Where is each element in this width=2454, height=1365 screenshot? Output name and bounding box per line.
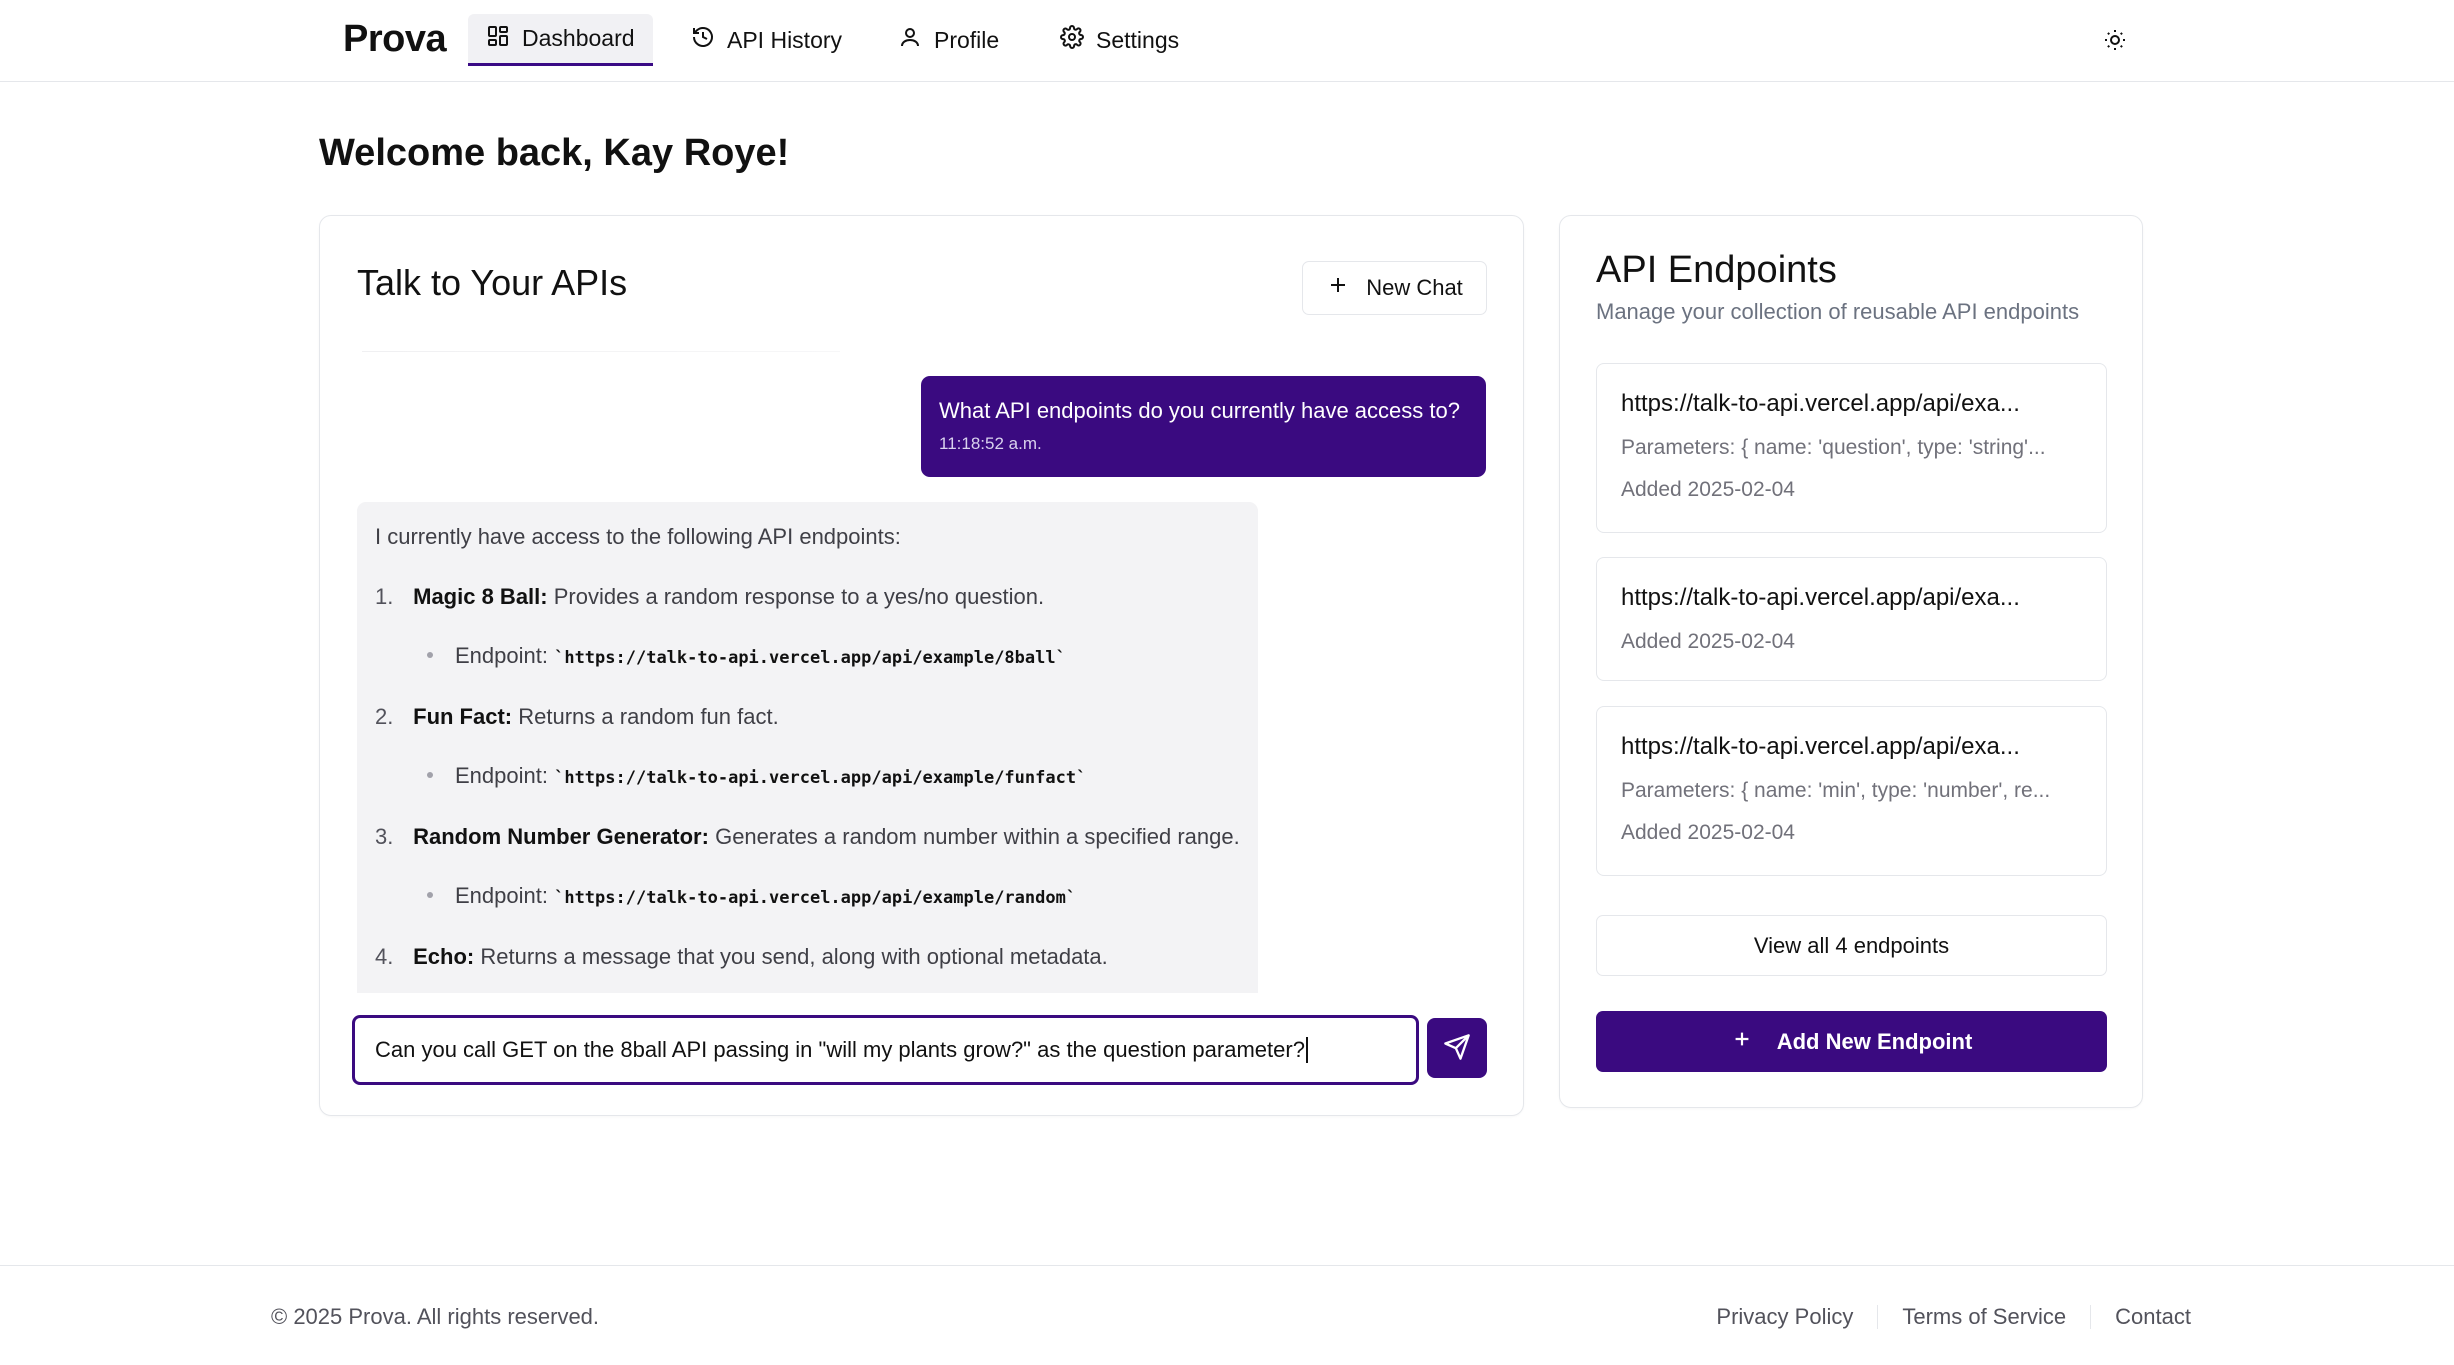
terms-of-service-link[interactable]: Terms of Service	[1902, 1304, 2066, 1330]
new-chat-button[interactable]: New Chat	[1302, 261, 1487, 315]
endpoint-url: https://talk-to-api.vercel.app/api/exa..…	[1621, 584, 2020, 611]
gear-icon	[1060, 25, 1084, 55]
plus-icon	[1731, 1028, 1753, 1056]
bullet-icon	[427, 892, 433, 899]
endpoint-url: https://talk-to-api.vercel.app/api/exa..…	[1621, 390, 2020, 417]
endpoint-url: https://talk-to-api.vercel.app/api/exa..…	[1621, 733, 2020, 760]
endpoint-added-date: Added 2025-02-04	[1621, 821, 1795, 844]
chat-title: Talk to Your APIs	[357, 262, 628, 303]
chat-input-value: Can you call GET on the 8ball API passin…	[375, 1037, 1305, 1062]
endpoint-params: Parameters: { name: 'question', type: 's…	[1621, 436, 2046, 459]
endpoint-card[interactable]: https://talk-to-api.vercel.app/api/exa..…	[1596, 557, 2107, 681]
send-icon	[1443, 1033, 1471, 1064]
footer-links: Privacy Policy Terms of Service Contact	[1716, 1304, 2191, 1330]
add-new-endpoint-label: Add New Endpoint	[1776, 1028, 1973, 1054]
list-sub-item: Endpoint: `https://talk-to-api.vercel.ap…	[427, 883, 1076, 909]
page-title: Welcome back, Kay Roye!	[319, 132, 790, 174]
sun-icon	[2103, 28, 2127, 55]
nav-item-profile[interactable]: Profile	[880, 14, 1017, 66]
endpoint-prefix: Endpoint:	[455, 643, 548, 668]
endpoint-added-date: Added 2025-02-04	[1621, 478, 1795, 501]
nav-item-label: Dashboard	[522, 25, 635, 51]
endpoint-description: Provides a random response to a yes/no q…	[553, 584, 1045, 609]
endpoint-name: Magic 8 Ball:	[413, 584, 548, 609]
list-item: 1. Magic 8 Ball: Provides a random respo…	[375, 584, 1044, 610]
divider	[2090, 1305, 2092, 1329]
endpoint-name: Random Number Generator:	[413, 824, 709, 849]
endpoint-description: Generates a random number within a speci…	[715, 824, 1240, 849]
list-item: 3. Random Number Generator: Generates a …	[375, 824, 1240, 850]
endpoint-prefix: Endpoint:	[455, 763, 548, 788]
divider	[1877, 1305, 1879, 1329]
endpoint-card[interactable]: https://talk-to-api.vercel.app/api/exa..…	[1596, 706, 2107, 876]
footer: © 2025 Prova. All rights reserved. Priva…	[0, 1265, 2454, 1365]
endpoint-url: `https://talk-to-api.vercel.app/api/exam…	[554, 888, 1077, 908]
bullet-icon	[427, 652, 433, 659]
nav-item-label: API History	[727, 26, 843, 53]
nav-item-settings[interactable]: Settings	[1042, 14, 1197, 66]
nav-item-label: Settings	[1096, 26, 1180, 53]
add-new-endpoint-button[interactable]: Add New Endpoint	[1596, 1011, 2107, 1072]
endpoint-name: Fun Fact:	[413, 704, 513, 729]
endpoint-url: `https://talk-to-api.vercel.app/api/exam…	[554, 648, 1066, 668]
user-message: What API endpoints do you currently have…	[921, 376, 1486, 477]
endpoint-description: Returns a random fun fact.	[518, 704, 779, 729]
view-all-endpoints-button[interactable]: View all 4 endpoints	[1596, 915, 2107, 976]
panel-title: API Endpoints	[1596, 249, 1837, 291]
user-message-text: What API endpoints do you currently have…	[939, 398, 1460, 423]
api-endpoints-panel: API Endpoints Manage your collection of …	[1559, 215, 2143, 1108]
bullet-icon	[427, 772, 433, 779]
list-item: 2. Fun Fact: Returns a random fun fact.	[375, 704, 779, 730]
endpoint-name: Echo:	[413, 944, 475, 969]
privacy-policy-link[interactable]: Privacy Policy	[1716, 1304, 1853, 1330]
nav-item-dashboard[interactable]: Dashboard	[468, 14, 653, 66]
list-number: 1.	[375, 584, 394, 609]
theme-toggle-button[interactable]	[2096, 22, 2134, 60]
endpoint-params: Parameters: { name: 'min', type: 'number…	[1621, 779, 2051, 802]
endpoint-description: Returns a message that you send, along w…	[480, 944, 1108, 969]
assistant-message: I currently have access to the following…	[357, 502, 1258, 993]
text-caret	[1305, 1037, 1308, 1063]
assistant-intro: I currently have access to the following…	[375, 524, 901, 549]
history-icon	[691, 25, 715, 55]
chat-input[interactable]: Can you call GET on the 8ball API passin…	[352, 1015, 1419, 1085]
nav-item-api-history[interactable]: API History	[673, 14, 860, 66]
list-sub-item: Endpoint: `https://talk-to-api.vercel.ap…	[427, 763, 1086, 789]
user-icon	[898, 25, 922, 55]
plus-icon	[1326, 273, 1350, 303]
nav-item-label: Profile	[934, 26, 1000, 53]
contact-link[interactable]: Contact	[2115, 1304, 2191, 1330]
brand-logo[interactable]: Prova	[343, 18, 447, 61]
dashboard-icon	[486, 24, 510, 54]
top-navigation: Prova Dashboard API History Profile Sett…	[0, 0, 2454, 82]
panel-subtitle: Manage your collection of reusable API e…	[1596, 299, 2080, 324]
divider	[362, 351, 840, 352]
message-timestamp: 11:18:52 a.m.	[939, 434, 1042, 453]
chat-panel: Talk to Your APIs New Chat What API endp…	[319, 215, 1524, 1116]
endpoint-url: `https://talk-to-api.vercel.app/api/exam…	[554, 768, 1087, 788]
list-item: 4. Echo: Returns a message that you send…	[375, 944, 1108, 970]
list-sub-item: Endpoint: `https://talk-to-api.vercel.ap…	[427, 643, 1066, 669]
copyright-text: © 2025 Prova. All rights reserved.	[271, 1304, 600, 1329]
send-button[interactable]	[1427, 1018, 1487, 1078]
endpoint-prefix: Endpoint:	[455, 883, 548, 908]
endpoint-added-date: Added 2025-02-04	[1621, 630, 1795, 653]
new-chat-label: New Chat	[1366, 275, 1463, 300]
list-number: 3.	[375, 824, 394, 849]
endpoint-card[interactable]: https://talk-to-api.vercel.app/api/exa..…	[1596, 363, 2107, 533]
list-number: 2.	[375, 704, 394, 729]
list-number: 4.	[375, 944, 394, 969]
